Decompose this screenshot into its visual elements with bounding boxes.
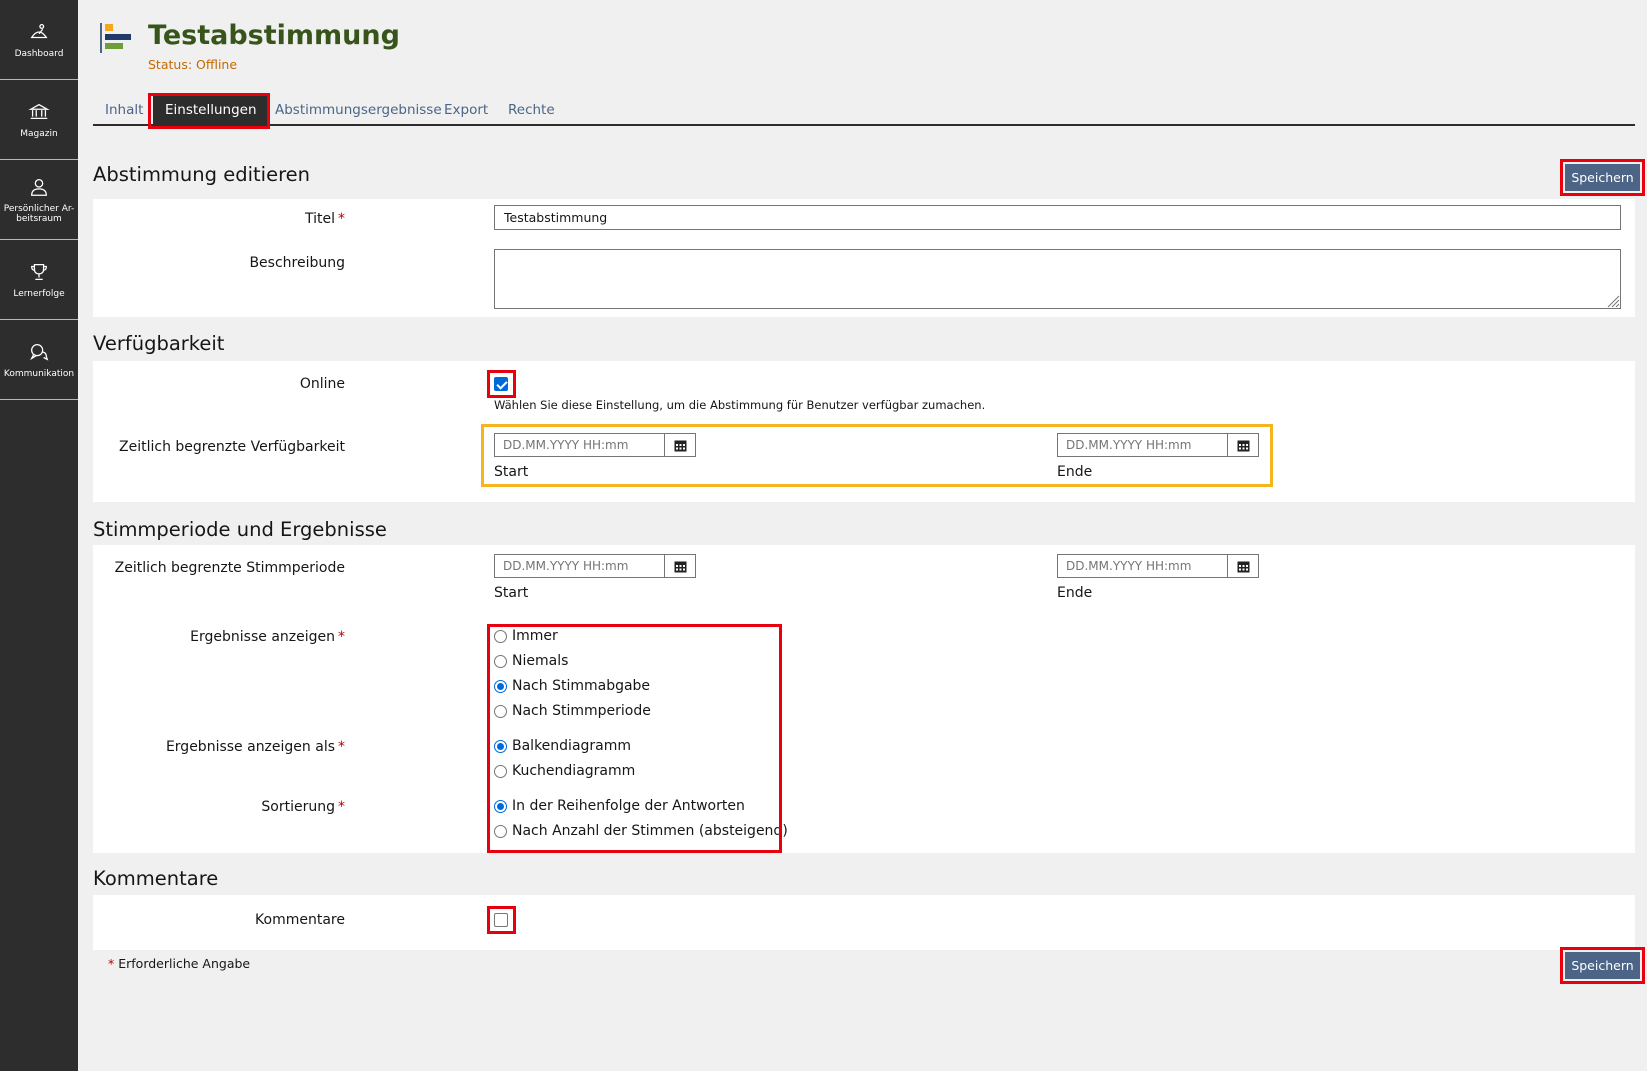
comments-label: Kommentare bbox=[255, 912, 345, 928]
voting-end-label: Ende bbox=[1057, 585, 1093, 601]
section-heading-availability: Verfügbarkeit bbox=[93, 332, 225, 355]
trophy-icon bbox=[31, 263, 47, 280]
section-heading-voting: Stimmperiode und Ergebnisse bbox=[93, 518, 387, 541]
tab-inhalt[interactable]: Inhalt bbox=[93, 96, 155, 124]
sidebar-item-dashboard[interactable]: Dashboard bbox=[0, 0, 78, 80]
online-hint: Wählen Sie diese Einstellung, um die Abs… bbox=[494, 398, 986, 412]
tab-export[interactable]: Export bbox=[432, 96, 500, 124]
sidebar-item-label: Persönlicher Ar-beitsraum bbox=[3, 203, 75, 224]
highlight-save-top bbox=[1560, 159, 1645, 196]
voting-start-label: Start bbox=[494, 585, 529, 601]
poll-icon bbox=[100, 22, 132, 54]
limited-availability-label: Zeitlich begrenzte Verfügbarkeit bbox=[119, 439, 345, 455]
title-label: Titel * bbox=[304, 211, 345, 227]
title-input[interactable]: Testabstimmung bbox=[494, 205, 1621, 230]
show-as-label: Ergebnisse anzeigen als * bbox=[165, 739, 345, 755]
description-label: Beschreibung bbox=[249, 255, 345, 271]
online-label: Online bbox=[299, 376, 345, 392]
required-note-text: Erforderliche Angabe bbox=[118, 956, 251, 971]
panel-comments: Kommentare bbox=[93, 895, 1635, 950]
voting-end-placeholder: DD.MM.YYYY HH:mm bbox=[1066, 559, 1192, 573]
sidebar-item-label: Lernerfolge bbox=[13, 288, 65, 299]
sidebar-item-magazin[interactable]: Magazin bbox=[0, 80, 78, 160]
user-icon bbox=[31, 178, 47, 196]
dashboard-icon bbox=[30, 23, 48, 38]
show-results-label: Ergebnisse anzeigen * bbox=[190, 629, 345, 645]
sidebar-item-label: Magazin bbox=[20, 128, 58, 139]
highlight-availability-dates bbox=[481, 424, 1273, 487]
calendar-icon[interactable] bbox=[664, 555, 695, 577]
tab-bar: Inhalt Einstellungen Abstimmungsergebnis… bbox=[93, 96, 1635, 126]
sidebar-item-label: Kommunikation bbox=[3, 368, 75, 379]
section-heading-edit: Abstimmung editieren bbox=[93, 163, 311, 186]
resize-handle-icon[interactable] bbox=[1606, 294, 1620, 308]
main-sidebar: Dashboard Magazin Persönlicher Ar-beitsr… bbox=[0, 0, 78, 1071]
voting-period-label: Zeitlich begrenzte Stimmperiode bbox=[114, 560, 345, 576]
section-heading-comments: Kommentare bbox=[93, 867, 219, 890]
chat-icon bbox=[30, 343, 49, 361]
voting-end-input[interactable]: DD.MM.YYYY HH:mm bbox=[1057, 554, 1259, 578]
status-text: Status: Offline bbox=[148, 57, 238, 72]
description-textarea[interactable] bbox=[494, 249, 1621, 309]
sidebar-item-communication[interactable]: Kommunikation bbox=[0, 320, 78, 400]
voting-start-input[interactable]: DD.MM.YYYY HH:mm bbox=[494, 554, 696, 578]
required-star: * bbox=[108, 956, 115, 971]
calendar-icon[interactable] bbox=[1227, 555, 1258, 577]
sidebar-item-achievements[interactable]: Lernerfolge bbox=[0, 240, 78, 320]
required-note: * Erforderliche Angabe bbox=[108, 956, 250, 971]
highlight-comments-checkbox bbox=[487, 906, 516, 934]
bank-icon bbox=[28, 103, 50, 119]
sidebar-item-personal-workspace[interactable]: Persönlicher Ar-beitsraum bbox=[0, 160, 78, 240]
sort-label: Sortierung * bbox=[261, 799, 345, 815]
page-title: Testabstimmung bbox=[148, 20, 400, 51]
highlight-result-options bbox=[487, 624, 782, 853]
voting-start-placeholder: DD.MM.YYYY HH:mm bbox=[503, 559, 629, 573]
panel-voting: Zeitlich begrenzte Stimmperiode Ergebnis… bbox=[93, 545, 1635, 853]
tab-abstimmungsergebnisse[interactable]: Abstimmungsergebnisse bbox=[263, 96, 454, 124]
highlight-tab bbox=[148, 93, 270, 129]
highlight-online-checkbox bbox=[487, 370, 516, 398]
sidebar-item-label: Dashboard bbox=[14, 48, 64, 59]
highlight-save-bottom bbox=[1560, 947, 1645, 984]
tab-rechte[interactable]: Rechte bbox=[496, 96, 567, 124]
